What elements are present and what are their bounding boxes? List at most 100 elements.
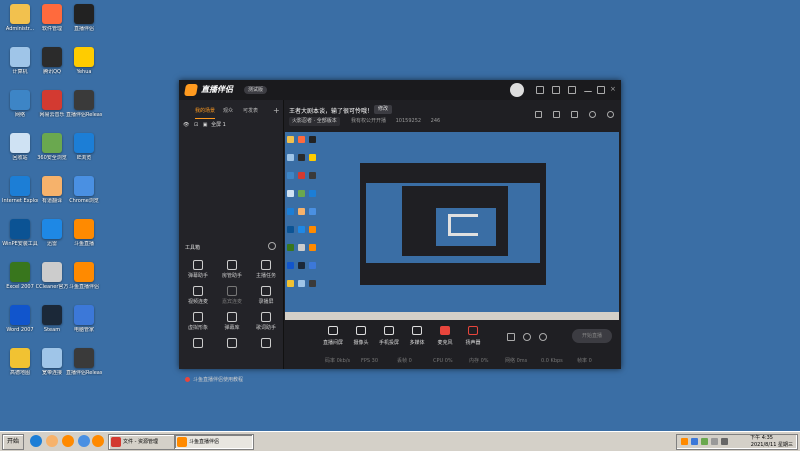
desktop-icon[interactable]: 直播伴侣Release: [66, 348, 102, 382]
desktop-app-icon: [74, 348, 94, 368]
app-titlebar[interactable]: 直播伴侣 测试版 ×: [179, 80, 621, 100]
lock-icon[interactable]: ⊡: [194, 122, 198, 128]
add-scene-button[interactable]: +: [273, 104, 280, 118]
desktop-icon[interactable]: 直播伴侣: [66, 4, 102, 38]
start-button[interactable]: 开始: [2, 434, 24, 450]
preview-desktop-icon: [298, 154, 305, 161]
toolbox-item[interactable]: 弹幕库: [215, 312, 249, 338]
desktop-icon[interactable]: 有道翻译: [34, 176, 70, 210]
volume-icon[interactable]: [721, 438, 728, 445]
maximize-icon[interactable]: [597, 86, 605, 94]
share-icon[interactable]: [607, 111, 614, 118]
preview-desktop-icon: [298, 172, 305, 179]
desktop-app-icon: [10, 133, 30, 153]
desktop-icon[interactable]: Word 2007: [2, 305, 38, 339]
eye-icon[interactable]: 👁: [183, 122, 189, 128]
menu-icon[interactable]: [568, 86, 576, 94]
stream-preview[interactable]: [285, 132, 619, 320]
tray-app-icon[interactable]: [681, 438, 688, 445]
tool-icon: [227, 260, 237, 270]
toolbox-item[interactable]: 录播屏: [249, 286, 283, 312]
toolbar-label: 摄像头: [353, 340, 369, 346]
toolbox-item[interactable]: [215, 338, 249, 364]
toolbar-speaker-button[interactable]: 扬声器: [459, 324, 487, 350]
desktop-icon[interactable]: 网易云音乐: [34, 90, 70, 124]
desktop-icon[interactable]: 迅雷: [34, 219, 70, 253]
desktop-icon[interactable]: Administr...: [2, 4, 38, 38]
start-live-button[interactable]: 开始直播: [572, 329, 612, 343]
tab-my-scenes[interactable]: 我的场景: [195, 104, 216, 119]
toolbox-item[interactable]: 嘉宾连麦: [215, 286, 249, 312]
toolbox-item[interactable]: 歌词助手: [249, 312, 283, 338]
desktop-icon[interactable]: Chrome浏览: [66, 176, 102, 210]
desktop-icon[interactable]: 计算机: [2, 47, 38, 81]
gift-icon[interactable]: [535, 111, 542, 118]
desktop-icon[interactable]: 软件管理: [34, 4, 70, 38]
room-category[interactable]: 火影忍者 · 全部版本: [289, 117, 340, 126]
desktop-icon[interactable]: IE浏览: [66, 133, 102, 167]
desktop-icon[interactable]: 网络: [2, 90, 38, 124]
toolbox-item[interactable]: [181, 338, 215, 364]
network-icon[interactable]: [711, 438, 718, 445]
toolbar-media-button[interactable]: 多媒体: [403, 324, 431, 350]
tab-publish[interactable]: 可发表: [243, 104, 258, 118]
bell-icon[interactable]: [589, 111, 596, 118]
desktop-icon[interactable]: 腾讯QQ: [34, 47, 70, 81]
desktop-icon[interactable]: 斗鱼直播伴侣: [66, 262, 102, 296]
nested-stream-preview: [366, 183, 540, 263]
preview-desktop-icon: [287, 280, 294, 287]
desktop-icon[interactable]: CCleaner官方: [34, 262, 70, 296]
desktop-icon[interactable]: 宽带连接: [34, 348, 70, 382]
app-logo-icon: [183, 84, 199, 96]
toolbar-camera-button[interactable]: 摄像头: [347, 324, 375, 350]
tool-icon: [261, 338, 271, 348]
desktop-icon[interactable]: Excel 2007: [2, 262, 38, 296]
preview-toggle-icon[interactable]: [523, 333, 531, 341]
desktop-icon[interactable]: 360安全浏览: [34, 133, 70, 167]
tray-app-icon[interactable]: [701, 438, 708, 445]
toolbar-phone-cast-button[interactable]: 手机投屏: [375, 324, 403, 350]
toolbar-screen-share-button[interactable]: 直播间屏: [319, 324, 347, 350]
toolbox-item[interactable]: 虚拟形象: [181, 312, 215, 338]
minimize-icon[interactable]: [584, 86, 592, 92]
desktop-icon[interactable]: Internet Explorer: [2, 176, 38, 210]
activity-icon[interactable]: [571, 111, 578, 118]
edit-room-button[interactable]: 修改: [374, 105, 393, 114]
taskbar-task-douyu[interactable]: 斗鱼直播伴侣: [174, 434, 254, 450]
toolbox-item[interactable]: 房管助手: [215, 260, 249, 286]
desktop-icon[interactable]: 高德地图: [2, 348, 38, 382]
desktop-icon[interactable]: 直播伴侣Release: [66, 90, 102, 124]
tab-audience[interactable]: 观众: [223, 104, 233, 118]
quicklaunch-icon[interactable]: [92, 435, 104, 447]
close-icon[interactable]: ×: [610, 86, 618, 94]
taskbar-task-explorer[interactable]: 文件 - 资源管理: [108, 434, 184, 450]
desktop-icon[interactable]: WinPE安装工具: [2, 219, 38, 253]
desktop-icon[interactable]: 回收站: [2, 133, 38, 167]
skin-icon[interactable]: [552, 86, 560, 94]
scene-item[interactable]: 👁 ⊡ ▣ 全屏 1: [183, 120, 279, 130]
rank-icon[interactable]: [553, 111, 560, 118]
toolbox-item[interactable]: 弹幕助手: [181, 260, 215, 286]
toolbox-item[interactable]: 主播任务: [249, 260, 283, 286]
quicklaunch-icon[interactable]: [46, 435, 58, 447]
desktop-icon[interactable]: 斗鱼直播: [66, 219, 102, 253]
video-settings-icon[interactable]: [507, 333, 515, 341]
quicklaunch-icon[interactable]: [78, 435, 90, 447]
desktop-icon-label: 直播伴侣Release: [66, 112, 102, 118]
toolbox-info-icon[interactable]: [268, 242, 276, 250]
quicklaunch-icon[interactable]: [62, 435, 74, 447]
toolbox-item[interactable]: 视频连麦: [181, 286, 215, 312]
desktop-icon[interactable]: Steam: [34, 305, 70, 339]
tray-app-icon[interactable]: [691, 438, 698, 445]
desktop-icon[interactable]: Yehua: [66, 47, 102, 81]
settings-gear-icon[interactable]: [539, 333, 547, 341]
desktop-app-icon: [10, 176, 30, 196]
toolbar-microphone-button[interactable]: 麦克风: [431, 324, 459, 350]
ie-quicklaunch-icon[interactable]: [30, 435, 42, 447]
desktop-icon[interactable]: 电脑管家: [66, 305, 102, 339]
tool-icon: [193, 338, 203, 348]
user-avatar[interactable]: [510, 83, 524, 97]
toolbar-label: 多媒体: [409, 340, 425, 346]
mail-icon[interactable]: [536, 86, 544, 94]
toolbox-item[interactable]: [249, 338, 283, 364]
